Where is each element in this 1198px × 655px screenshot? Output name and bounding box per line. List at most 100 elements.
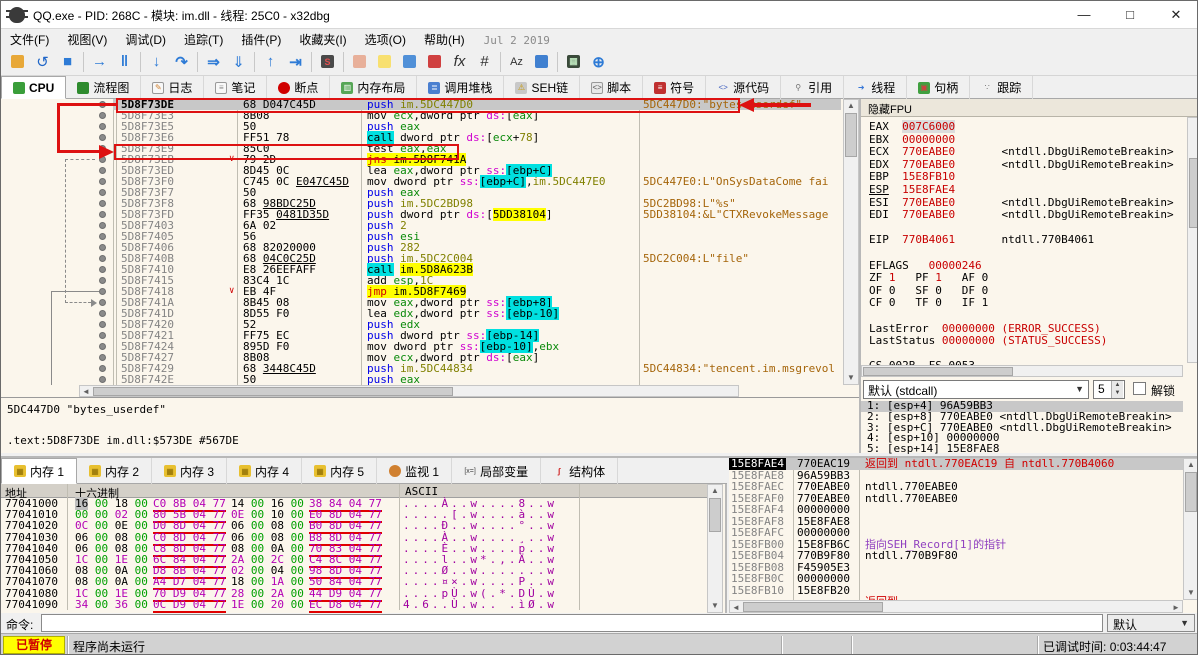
settings-s-icon[interactable]: S: [315, 50, 340, 74]
tab-句柄[interactable]: ▣ 句柄: [907, 76, 971, 99]
breakpoint-dot-icon[interactable]: [99, 266, 106, 273]
step-over-icon[interactable]: ↷: [169, 50, 194, 74]
breakpoint-dot-icon[interactable]: [99, 200, 106, 207]
disasm-vscrollbar[interactable]: ▲ ▼: [843, 99, 859, 385]
breakpoint-dot-icon[interactable]: [99, 167, 106, 174]
step-into-icon[interactable]: ↓: [144, 50, 169, 74]
breakpoint-dot-icon[interactable]: [99, 222, 106, 229]
breakpoint-dot-icon[interactable]: [99, 189, 106, 196]
breakpoint-dot-icon[interactable]: [99, 277, 106, 284]
bookmark-icon[interactable]: [422, 50, 447, 74]
close-button[interactable]: ✕: [1153, 1, 1197, 29]
scroll-up-icon[interactable]: ▲: [1184, 460, 1197, 470]
disasm-hscrollbar[interactable]: ◄: [79, 385, 739, 397]
arg-count-stepper[interactable]: 5 ▲ ▼: [1093, 380, 1125, 399]
scroll-up-icon[interactable]: ▲: [708, 486, 722, 496]
breakpoint-dot-icon[interactable]: [99, 332, 106, 339]
tab-结构体[interactable]: ʃ 结构体: [541, 458, 619, 484]
stepper-arrows-icon[interactable]: ▲ ▼: [1111, 381, 1123, 398]
tab-线程[interactable]: ➜ 线程: [844, 76, 908, 99]
register-line[interactable]: LastStatus 00000000 (STATUS_SUCCESS): [869, 334, 1183, 348]
pause-icon[interactable]: ‖: [112, 50, 137, 74]
tab-seh链[interactable]: ⚠ SEH链: [504, 76, 581, 99]
command-input[interactable]: [41, 614, 1103, 632]
scroll-thumb[interactable]: [743, 602, 883, 612]
tab-源代码[interactable]: <> 源代码: [706, 76, 782, 99]
hide-fpu-button[interactable]: 隐藏FPU: [861, 99, 1197, 117]
scroll-down-icon[interactable]: ▼: [844, 373, 858, 383]
breakpoint-dot-icon[interactable]: [99, 255, 106, 262]
run-to-user-icon[interactable]: ⇥: [283, 50, 308, 74]
patch-icon[interactable]: [347, 50, 372, 74]
calling-convention-select[interactable]: 默认 (stdcall) ▼: [863, 380, 1089, 399]
dump-row[interactable]: 77041090 34 00 36 00 0C D9 04 77 1E 00 20 0…: [1, 597, 707, 613]
stack-row[interactable]: 15E8FB0C 00000000: [729, 573, 1183, 585]
step-out-icon[interactable]: ↑: [258, 50, 283, 74]
breakpoint-dot-icon[interactable]: [99, 134, 106, 141]
breakpoint-dot-icon[interactable]: [99, 376, 106, 383]
menu-h[interactable]: 帮助(H): [415, 29, 474, 50]
registers-hscrollbar[interactable]: [861, 365, 1183, 377]
menu-p[interactable]: 插件(P): [232, 29, 290, 50]
tab-内存-1[interactable]: ▦ 内存 1: [1, 458, 78, 484]
breakpoint-dot-icon[interactable]: [99, 233, 106, 240]
menu-t[interactable]: 追踪(T): [175, 29, 232, 50]
command-profile-select[interactable]: 默认 ▼: [1107, 614, 1195, 632]
disasm-row[interactable]: 5D8F742E 50 push eax: [1, 374, 861, 385]
breakpoint-dot-icon[interactable]: [99, 321, 106, 328]
stack-row[interactable]: 15E8FAEC 770EABE0 ntdll.770EABE0: [729, 481, 1183, 493]
stack-hscrollbar[interactable]: ◄ ►: [729, 600, 1183, 613]
scroll-thumb[interactable]: [1189, 158, 1197, 228]
unlock-checkbox[interactable]: [1133, 382, 1146, 395]
menu-f[interactable]: 文件(F): [1, 29, 58, 50]
tab-cpu[interactable]: CPU: [1, 76, 67, 99]
register-line[interactable]: CF 0 TF 0 IF 1: [869, 297, 1183, 310]
stack-row[interactable]: 15E8FAE4 770EAC19 返回到 ntdll.770EAC19 自 ntd…: [729, 458, 1183, 470]
tab-局部变量[interactable]: [x=] 局部变量: [452, 458, 542, 484]
tab-日志[interactable]: ✎ 日志: [141, 76, 205, 99]
tab-内存-2[interactable]: ▦ 内存 2: [77, 458, 153, 484]
scroll-left-icon[interactable]: ◄: [731, 603, 741, 613]
tab-引用[interactable]: ⚲ 引用: [781, 76, 845, 99]
tab-断点[interactable]: 断点: [267, 76, 331, 99]
step-down-icon[interactable]: ⇓: [226, 50, 251, 74]
tab-笔记[interactable]: ≡ 笔记: [204, 76, 268, 99]
register-line[interactable]: EDI 770EABE0 <ntdll.DbgUiRemoteBreakin>: [869, 208, 1183, 222]
run-to-icon[interactable]: ⇒: [201, 50, 226, 74]
register-line[interactable]: EIP 770B4061 ntdll.770B4061: [869, 234, 1183, 247]
stack-row[interactable]: 15E8FB04 770B9F80 ntdll.770B9F80: [729, 550, 1183, 562]
comment-icon[interactable]: [372, 50, 397, 74]
tab-内存-4[interactable]: ▦ 内存 4: [227, 458, 303, 484]
dump-vscrollbar[interactable]: ▲ ▼: [707, 484, 723, 613]
tab-跟踪[interactable]: ∵ 跟踪: [970, 76, 1034, 99]
tab-符号[interactable]: ≡ 符号: [643, 76, 707, 99]
scroll-thumb[interactable]: [845, 113, 857, 157]
scroll-thumb[interactable]: [709, 498, 721, 532]
tab-脚本[interactable]: <> 脚本: [580, 76, 644, 99]
scroll-down-icon[interactable]: ▼: [708, 601, 722, 611]
globe-icon[interactable]: ⊕: [586, 50, 611, 74]
stack-row[interactable]: 15E8FAFC 00000000: [729, 527, 1183, 539]
breakpoint-dot-icon[interactable]: [99, 310, 106, 317]
title-bar[interactable]: QQ.exe - PID: 268C - 模块: im.dll - 线程: 25…: [1, 1, 1197, 29]
breakpoint-dot-icon[interactable]: [99, 178, 106, 185]
scroll-up-icon[interactable]: ▲: [844, 101, 858, 111]
callconv-arg-row[interactable]: 5: [esp+14] 15E8FAE8: [861, 443, 1183, 455]
scroll-thumb[interactable]: [1185, 472, 1197, 512]
breakpoint-dot-icon[interactable]: [99, 299, 106, 306]
function-icon[interactable]: fx: [447, 50, 472, 74]
breakpoint-dot-icon[interactable]: [99, 112, 106, 119]
registers-vscrollbar[interactable]: [1187, 117, 1197, 363]
breakpoint-dot-icon[interactable]: [99, 211, 106, 218]
stack-row[interactable]: 15E8FAF4 00000000: [729, 504, 1183, 516]
maximize-button[interactable]: □: [1107, 1, 1153, 29]
breakpoint-dot-icon[interactable]: [99, 354, 106, 361]
hash-icon[interactable]: #: [472, 50, 497, 74]
breakpoint-dot-icon[interactable]: [99, 343, 106, 350]
open-file-icon[interactable]: [5, 50, 30, 74]
stack-vscrollbar[interactable]: ▲ ▼: [1183, 458, 1197, 600]
calculator-icon[interactable]: ▦: [561, 50, 586, 74]
menu-v[interactable]: 视图(V): [58, 29, 116, 50]
scroll-left-icon[interactable]: ◄: [81, 387, 91, 397]
scroll-thumb[interactable]: [93, 387, 453, 396]
